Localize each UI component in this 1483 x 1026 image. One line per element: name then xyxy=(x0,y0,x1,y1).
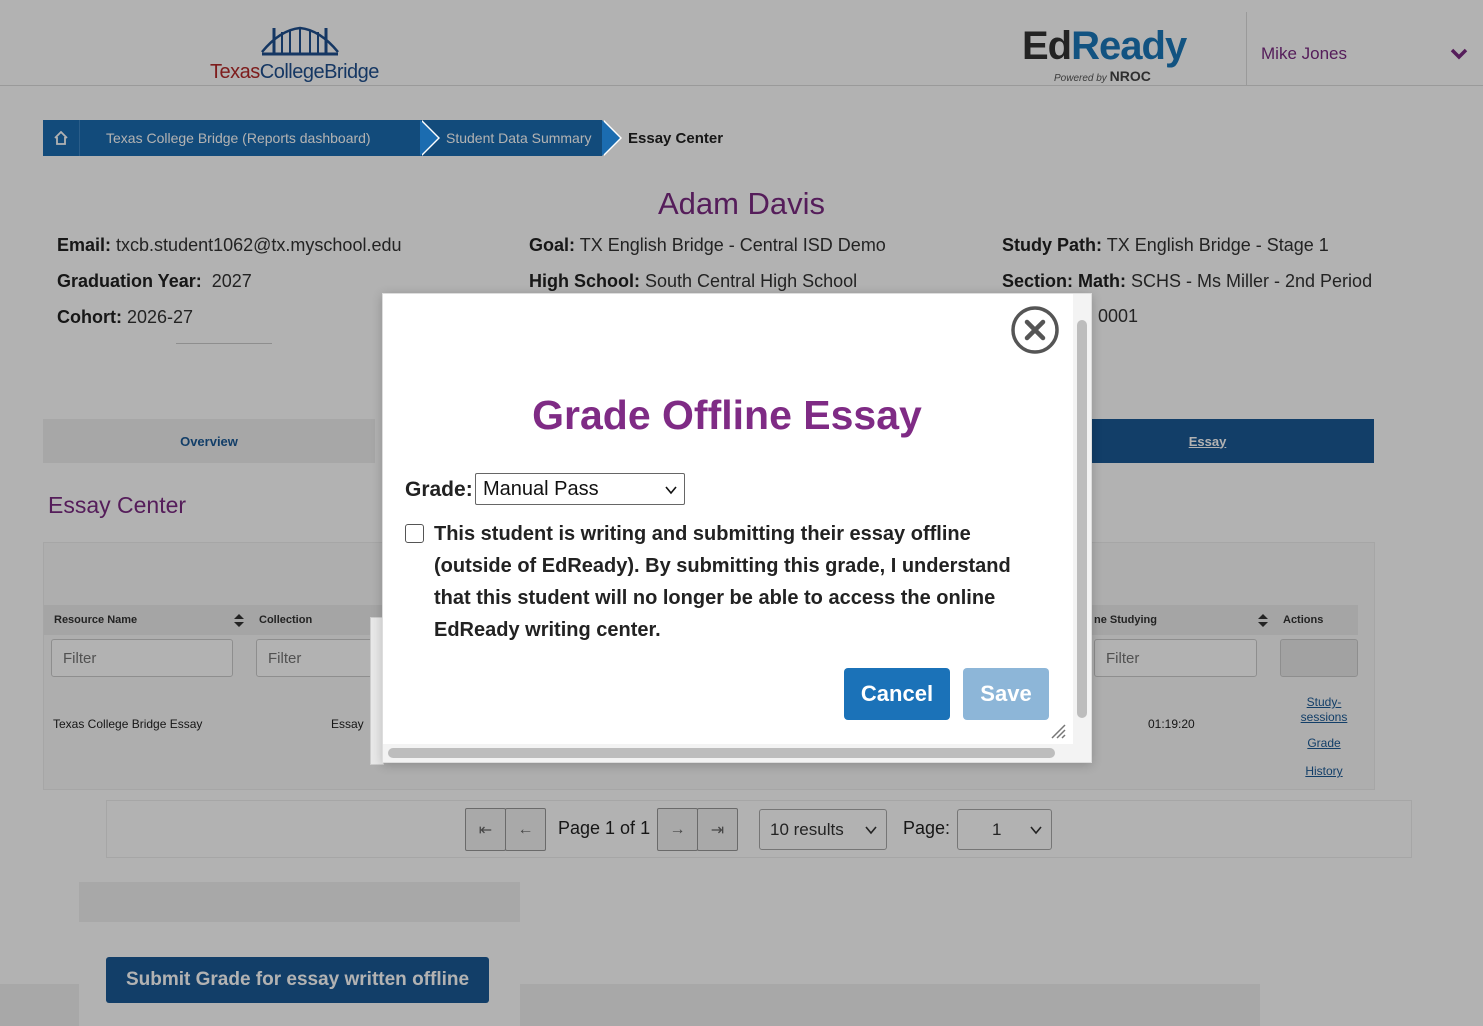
cancel-button[interactable]: Cancel xyxy=(844,668,950,720)
grade-select[interactable]: Manual Pass xyxy=(475,473,685,505)
vertical-scrollbar-thumb[interactable] xyxy=(1077,320,1087,718)
modal-title: Grade Offline Essay xyxy=(532,392,922,438)
close-icon[interactable] xyxy=(1010,305,1060,355)
grade-label: Grade: xyxy=(405,478,473,501)
offline-acknowledge-text: This student is writing and submitting t… xyxy=(434,523,1011,641)
resize-grip-icon[interactable] xyxy=(1048,721,1066,739)
save-button[interactable]: Save xyxy=(963,668,1049,720)
grade-offline-essay-dialog: Grade Offline Essay Grade: Manual Pass T… xyxy=(382,293,1092,763)
grade-select-value: Manual Pass xyxy=(483,477,599,500)
chevron-down-icon xyxy=(665,486,677,495)
horizontal-scrollbar-thumb[interactable] xyxy=(388,748,1055,758)
offline-acknowledge-checkbox[interactable] xyxy=(405,524,424,543)
